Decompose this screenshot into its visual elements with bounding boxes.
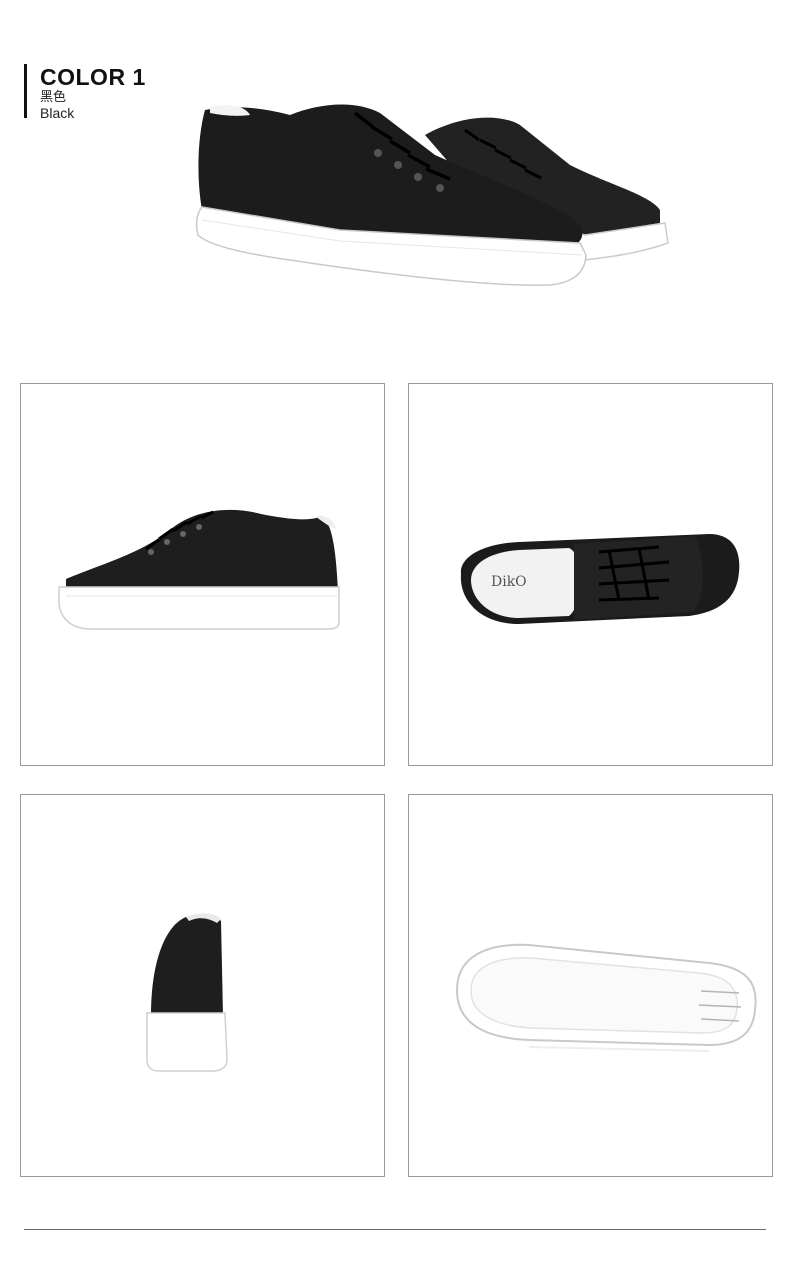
sneaker-side-view-illustration [58, 509, 340, 630]
hero-sneaker-pair-image [190, 95, 680, 300]
bottom-divider [24, 1229, 766, 1230]
brand-mark: DikO [491, 574, 527, 590]
sole-view-image-frame [408, 794, 773, 1177]
sneaker-back-view-illustration [146, 913, 228, 1072]
top-view-image-frame: DikO [408, 383, 773, 766]
sneaker-pair-illustration [195, 104, 669, 286]
color-name-english: Black [40, 105, 75, 121]
color-name-chinese: 黑色 [40, 90, 67, 105]
side-view-image-frame [20, 383, 385, 766]
sneaker-top-view-illustration: DikO [460, 534, 740, 624]
color-title: COLOR 1 [40, 64, 146, 90]
sneaker-sole-view-illustration [455, 943, 757, 1052]
back-view-image-frame [20, 794, 385, 1177]
accent-bar [24, 64, 27, 118]
